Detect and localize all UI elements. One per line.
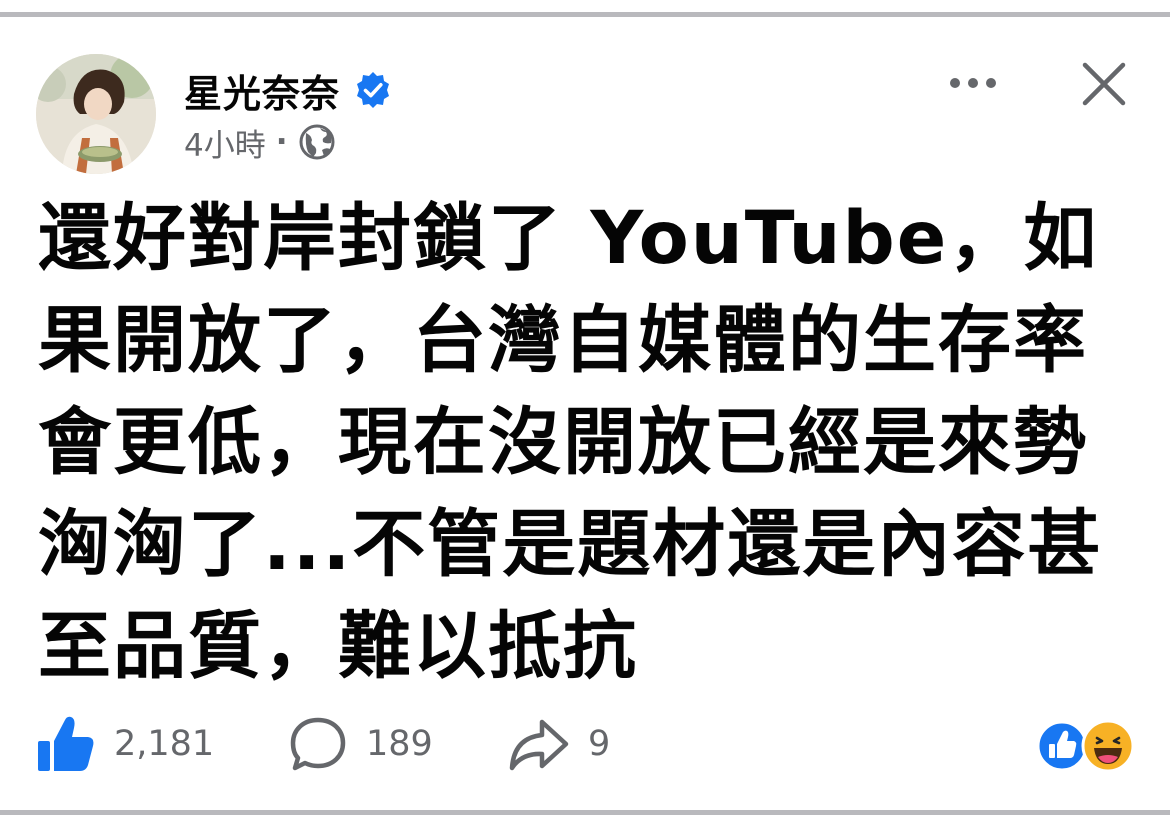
globe-icon[interactable]	[298, 123, 336, 161]
haha-reaction-icon	[1081, 719, 1135, 773]
like-count: 2,181	[114, 724, 215, 764]
post-body-text: 還好對岸封鎖了 YouTube，如果開放了，台灣自媒體的生存率會更低，現在沒開放…	[38, 196, 1103, 689]
like-button[interactable]: 2,181	[36, 712, 214, 776]
post-meta: 4小時 ·	[184, 118, 336, 166]
post-actions-bar: 2,181 189 9	[36, 712, 1136, 776]
like-thumb-icon	[38, 716, 94, 771]
author-avatar[interactable]	[36, 54, 156, 174]
top-divider	[0, 12, 1170, 17]
close-icon	[1082, 62, 1126, 106]
more-dots-icon	[950, 78, 996, 88]
comment-count: 189	[366, 724, 433, 764]
post-time[interactable]: 4小時	[184, 120, 266, 165]
reaction-summary[interactable]	[1036, 718, 1136, 774]
close-post-button[interactable]	[1074, 54, 1134, 114]
share-arrow-icon	[509, 719, 569, 771]
like-reaction-icon	[1036, 720, 1088, 772]
share-count: 9	[588, 724, 611, 764]
author-header: 星光奈奈	[184, 64, 392, 116]
verified-badge-icon	[354, 71, 392, 109]
avatar-photo	[36, 54, 156, 174]
author-name[interactable]: 星光奈奈	[184, 63, 340, 118]
bottom-divider	[0, 810, 1170, 815]
comment-bubble-icon	[290, 717, 346, 771]
share-button[interactable]: 9	[508, 712, 610, 776]
meta-separator: ·	[275, 124, 288, 160]
more-options-button[interactable]	[940, 60, 1006, 106]
comment-button[interactable]: 189	[288, 712, 433, 776]
